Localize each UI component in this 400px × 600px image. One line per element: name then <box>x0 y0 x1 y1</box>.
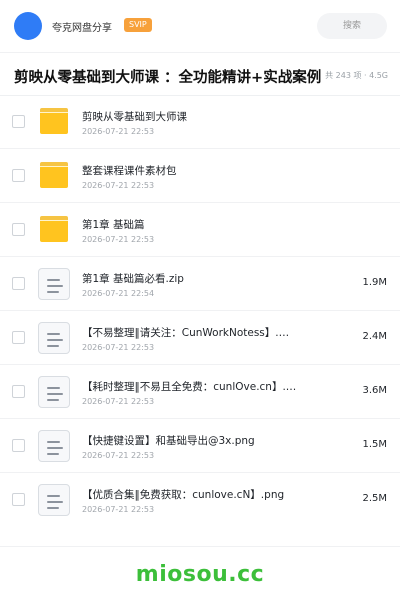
file-row[interactable]: 【优质合集‖免费获取：cunlove.cN】.png 2026-07-21 22… <box>0 473 400 527</box>
file-date: 2026-07-21 22:53 <box>82 181 155 190</box>
row-checkbox[interactable] <box>12 439 25 452</box>
footer-divider <box>0 546 400 547</box>
file-date: 2026-07-21 22:53 <box>82 505 155 514</box>
document-icon <box>38 268 70 300</box>
file-size: 2.4M <box>362 331 387 342</box>
file-row[interactable]: 整套课程课件素材包 2026-07-21 22:53 <box>0 149 400 203</box>
row-checkbox[interactable] <box>12 493 25 506</box>
file-name: 【快捷键设置】和基础导出@3x.png <box>82 435 255 447</box>
folder-icon <box>40 162 68 188</box>
search-button[interactable]: 搜索 <box>317 13 387 39</box>
row-checkbox[interactable] <box>12 277 25 290</box>
share-meta: 共 243 项 · 4.5G <box>325 71 388 80</box>
file-size: 1.9M <box>362 277 387 288</box>
file-date: 2026-07-21 22:53 <box>82 127 155 136</box>
share-title: 剪映从零基础到大师课 ：全功能精讲+实战案例 <box>14 70 322 86</box>
folder-icon <box>40 216 68 242</box>
document-icon <box>38 430 70 462</box>
file-date: 2026-07-21 22:54 <box>82 289 155 298</box>
file-row[interactable]: 剪映从零基础到大师课 2026-07-21 22:53 <box>0 95 400 149</box>
row-checkbox[interactable] <box>12 115 25 128</box>
svip-badge: SVIP <box>124 18 152 32</box>
file-size: 3.6M <box>362 385 387 396</box>
row-checkbox[interactable] <box>12 169 25 182</box>
file-row[interactable]: 【耗时整理‖不易且全免费：cunlOve.cn】.… 2026-07-21 22… <box>0 365 400 419</box>
row-checkbox[interactable] <box>12 331 25 344</box>
file-size: 1.5M <box>362 439 387 450</box>
file-name: 剪映从零基础到大师课 <box>82 111 187 123</box>
row-checkbox[interactable] <box>12 385 25 398</box>
file-list: 剪映从零基础到大师课 2026-07-21 22:53 整套课程课件素材包 20… <box>0 95 400 527</box>
file-name: 【不易整理‖请关注：CunWorkNotess】.… <box>82 327 290 339</box>
file-date: 2026-07-21 22:53 <box>82 397 155 406</box>
user-avatar[interactable] <box>14 12 42 40</box>
file-name: 【优质合集‖免费获取：cunlove.cN】.png <box>82 489 285 501</box>
file-row[interactable]: 【不易整理‖请关注：CunWorkNotess】.… 2026-07-21 22… <box>0 311 400 365</box>
file-name: 第1章 基础篇必看.zip <box>82 273 184 285</box>
file-row[interactable]: 第1章 基础篇 2026-07-21 22:53 <box>0 203 400 257</box>
file-date: 2026-07-21 22:53 <box>82 343 155 352</box>
user-name: 夸克网盘分享 <box>52 23 112 34</box>
row-checkbox[interactable] <box>12 223 25 236</box>
file-name: 整套课程课件素材包 <box>82 165 177 177</box>
file-size: 2.5M <box>362 493 387 504</box>
file-name: 第1章 基础篇 <box>82 219 145 231</box>
file-date: 2026-07-21 22:53 <box>82 235 155 244</box>
folder-icon <box>40 108 68 134</box>
top-bar: 夸克网盘分享 SVIP 搜索 <box>0 0 400 52</box>
file-row[interactable]: 第1章 基础篇必看.zip 2026-07-21 22:54 1.9M <box>0 257 400 311</box>
document-icon <box>38 322 70 354</box>
file-date: 2026-07-21 22:53 <box>82 451 155 460</box>
file-name: 【耗时整理‖不易且全免费：cunlOve.cn】.… <box>82 381 297 393</box>
file-row[interactable]: 【快捷键设置】和基础导出@3x.png 2026-07-21 22:53 1.5… <box>0 419 400 473</box>
watermark: miosou.cc <box>135 562 265 587</box>
header-divider <box>0 52 400 53</box>
document-icon <box>38 484 70 516</box>
document-icon <box>38 376 70 408</box>
